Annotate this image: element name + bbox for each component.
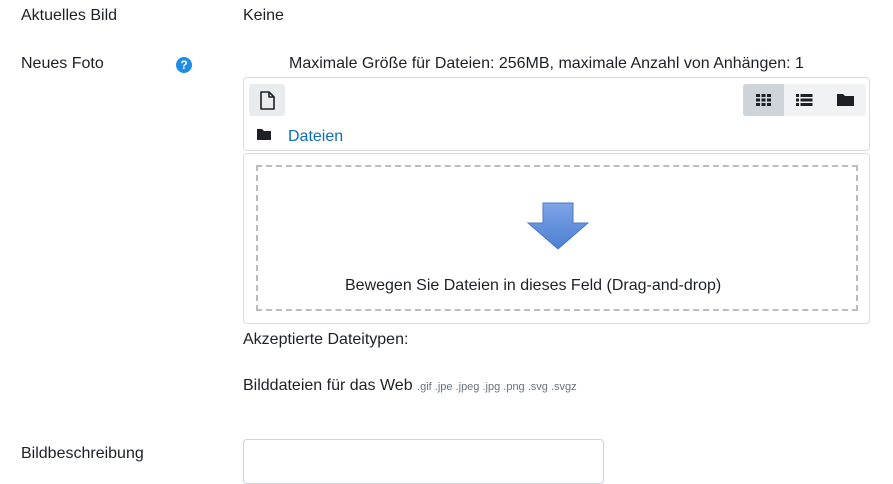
- list-view-button[interactable]: [784, 84, 825, 116]
- arrow-down-icon: [527, 202, 589, 250]
- file-limits-text: Maximale Größe für Dateien: 256MB, maxim…: [289, 55, 804, 72]
- filetype-group-label: Bilddateien für das Web: [243, 377, 413, 394]
- grid-view-icon: [756, 94, 771, 106]
- filetype-extensions: .gif .jpe .jpeg .jpg .png .svg .svgz: [417, 381, 577, 393]
- current-image-value: Keine: [243, 7, 284, 24]
- current-image-label: Aktuelles Bild: [21, 7, 118, 24]
- tree-view-button[interactable]: [825, 84, 866, 116]
- folder-icon: [257, 129, 271, 140]
- accepted-types-heading: Akzeptierte Dateitypen:: [243, 331, 409, 348]
- view-switcher: [743, 84, 866, 116]
- path-link-dateien[interactable]: Dateien: [288, 128, 343, 146]
- new-photo-label: Neues Foto: [21, 55, 104, 72]
- question-circle-icon[interactable]: ?: [176, 57, 192, 73]
- add-file-button[interactable]: [249, 84, 285, 116]
- image-description-input[interactable]: [243, 439, 604, 484]
- file-icon: [260, 91, 275, 110]
- folder-tree-icon: [837, 94, 854, 106]
- dropzone-text: Bewegen Sie Dateien in dieses Feld (Drag…: [345, 277, 722, 294]
- image-description-label: Bildbeschreibung: [21, 445, 144, 462]
- list-view-icon: [796, 94, 813, 106]
- grid-view-button[interactable]: [743, 84, 784, 116]
- accepted-types-line: Bilddateien für das Web .gif .jpe .jpeg …: [243, 377, 577, 395]
